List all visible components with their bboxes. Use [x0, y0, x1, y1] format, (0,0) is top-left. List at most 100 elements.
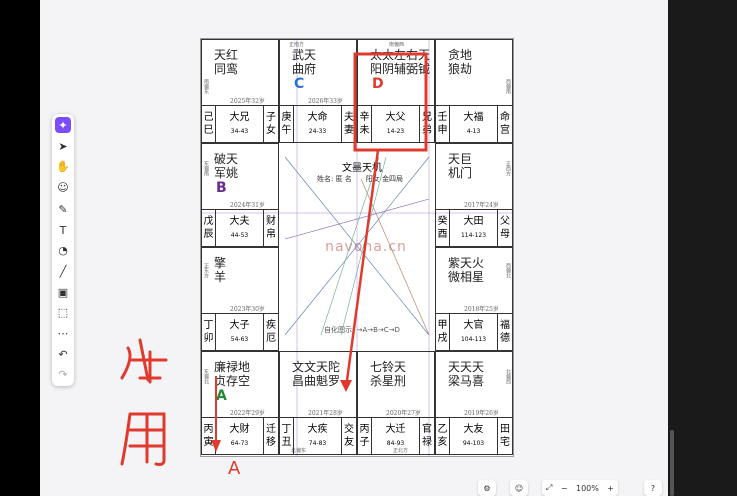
stars-row-1: 文文天陀: [292, 360, 341, 374]
palace-name-1: 子: [266, 112, 276, 123]
more-icon[interactable]: ⋯: [55, 325, 71, 341]
palace-name: 父母: [498, 210, 512, 246]
center-info: 姓名: 匿 名 阳女 金四局: [316, 175, 404, 183]
scrollbar[interactable]: [670, 430, 674, 496]
palace-cell[interactable]: 破天 军姚 B 2024年31岁戊辰 大夫 44-53 财帛: [201, 143, 279, 247]
settings-icon[interactable]: ⚙: [478, 480, 496, 496]
transformation-mark: A: [216, 388, 227, 404]
zoom-out-button[interactable]: −: [561, 484, 568, 493]
decade-box: 大疾 74-83: [294, 418, 342, 454]
stem: 壬: [437, 112, 448, 123]
fit-screen-icon[interactable]: ⤢: [546, 483, 552, 493]
palace-cell[interactable]: 贪地 狼劫壬申 大福 4-13 命宫: [435, 39, 513, 143]
heavenly-earthly: 己巳: [202, 106, 216, 142]
branch: 戌: [437, 333, 448, 344]
palace-name: 疾厄: [264, 314, 278, 350]
star-names: 破天 军姚: [214, 152, 238, 180]
decade-box: 大子 54-63: [216, 314, 264, 350]
text-icon[interactable]: T: [55, 222, 71, 238]
palace-name-1: 福: [500, 320, 510, 331]
line-icon[interactable]: ╱: [55, 263, 71, 279]
stars-row-2: 阳阴辅弼钺: [370, 62, 431, 76]
stem: 辛: [359, 112, 370, 123]
branch: 寅: [203, 437, 214, 448]
transformation-mark: C: [294, 76, 305, 92]
palace-name: 田宅: [498, 418, 512, 454]
decade-box: 大官 104-113: [450, 314, 498, 350]
hand-icon[interactable]: ✋: [55, 158, 71, 174]
star-names: 七铃天 杀星刑: [370, 360, 406, 388]
branch: 未: [359, 125, 370, 136]
palace-name-2: 移: [266, 437, 276, 448]
palace-cell[interactable]: 天天天 梁马喜 2019年26岁乙亥 大友 94-103 田宅: [435, 351, 513, 455]
redo-icon[interactable]: ↷: [55, 366, 71, 382]
zoom-in-button[interactable]: +: [607, 484, 614, 493]
branch: 辰: [203, 229, 214, 240]
palace-cell[interactable]: 天红 同鸾 2025年32岁己巳 大兄 34-43 子女: [201, 39, 279, 143]
stem: 庚: [281, 112, 292, 123]
help-icon[interactable]: ?: [644, 480, 662, 496]
image-icon[interactable]: ▣: [55, 284, 71, 300]
stars-row-2: 梁马喜: [448, 374, 485, 388]
stars-row-2: 微相星: [448, 270, 485, 284]
sticker-icon[interactable]: ☺: [55, 179, 71, 195]
stars-row-2: 曲府: [292, 62, 317, 76]
palace-name-1: 兄: [422, 112, 432, 123]
palace-cell[interactable]: 擎羊 2023年30岁丁卯 大子 54-63 疾厄: [201, 247, 279, 351]
decade-range: 94-103: [462, 439, 485, 447]
stem: 甲: [437, 320, 448, 331]
stars-row-2: 贞存空: [214, 374, 251, 388]
pointer-icon[interactable]: ➤: [55, 138, 71, 154]
palace-name-2: 女: [266, 125, 276, 136]
decade-range: 24-33: [308, 127, 327, 135]
palace-footer: 癸酉 大田 114-123 父母: [436, 209, 512, 246]
palace-footer: 辛未 大父 14-23 兄弟: [358, 105, 434, 142]
undo-icon[interactable]: ↶: [55, 346, 71, 362]
stars-row-1: 天红: [214, 48, 239, 62]
branch: 丑: [281, 437, 292, 448]
palace-cell[interactable]: 紫天火 微相星 2018年25岁甲戌 大官 104-113 福德: [435, 247, 513, 351]
palace-name-2: 德: [500, 333, 510, 344]
branch: 巳: [203, 125, 214, 136]
branch: 子: [359, 437, 370, 448]
heavenly-earthly: 癸酉: [436, 210, 450, 246]
magic-wand-icon[interactable]: ✦: [55, 117, 71, 133]
palace-name: 命宫: [498, 106, 512, 142]
stars-row-2: 军姚: [214, 166, 239, 180]
stem: 丙: [203, 424, 214, 435]
palace-cell[interactable]: 天巨 机门 2017年24岁癸酉 大田 114-123 父母: [435, 143, 513, 247]
decade-box: 大财 64-73: [216, 418, 264, 454]
palace-cell[interactable]: 太太左右天 阳阴辅弼钺 D 辛未大父 14-23 兄弟: [357, 39, 435, 143]
palace-cell[interactable]: 武天 曲府 C 2026年33岁庚午 大命 24-33 夫妻: [279, 39, 357, 143]
stars-row-1: 天天天: [448, 360, 485, 374]
pen-icon[interactable]: ✎: [55, 201, 71, 217]
flow-year: 2021年28岁: [308, 410, 343, 417]
flow-year: 2019年26岁: [464, 410, 499, 417]
transformation-mark: D: [372, 76, 384, 92]
decade-label: 大疾: [307, 423, 328, 435]
palace-footer: 丁丑 大疾 74-83 交友: [280, 417, 356, 454]
palace-name-2: 厄: [266, 333, 276, 344]
decade-box: 大福 4-13: [450, 106, 498, 142]
palace-cell[interactable]: 廉禄地 贞存空 A 2022年29岁丙寅 大财 64-73 迁移: [201, 351, 279, 455]
ziwei-chart[interactable]: 正南方 南偏西 北偏东 正北方 南偏东 东偏南 正东方 东偏北 西偏南 正西方 …: [200, 38, 514, 457]
decade-box: 大父 14-23: [372, 106, 420, 142]
stars-row-2: 狼劫: [448, 62, 473, 76]
stars-row-1: 太太左右天: [370, 48, 431, 62]
palace-cell[interactable]: 七铃天 杀星刑 2020年27岁丙子 大迁 84-93 官禄: [357, 351, 435, 455]
decade-box: 大兄 34-43: [216, 106, 264, 142]
shapes-icon[interactable]: ◔: [55, 242, 71, 258]
palace-cell[interactable]: 文文天陀 昌曲魁罗 2021年28岁丁丑 大疾 74-83 交友: [279, 351, 357, 455]
palace-name-2: 弟: [422, 125, 432, 136]
heavenly-earthly: 甲戌: [436, 314, 450, 350]
decade-box: 大田 114-123: [450, 210, 498, 246]
palace-name: 福德: [498, 314, 512, 350]
decade-label: 大兄: [229, 111, 250, 123]
frame-icon[interactable]: ⬚: [55, 304, 71, 320]
palace-name: 财帛: [264, 210, 278, 246]
decade-label: 大友: [463, 423, 484, 435]
star-names: 擎羊: [214, 256, 226, 284]
palace-name-2: 宅: [500, 437, 510, 448]
decade-range: 14-23: [386, 127, 405, 135]
sticker-icon[interactable]: ☺: [510, 480, 528, 496]
